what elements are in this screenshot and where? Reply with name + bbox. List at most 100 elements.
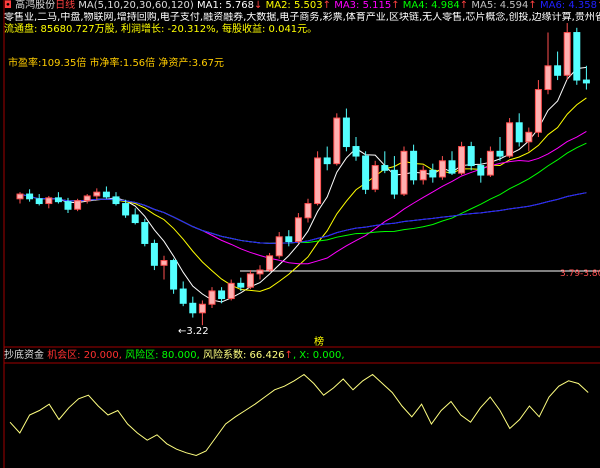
candle[interactable] — [352, 137, 360, 161]
rank-label[interactable]: 榜 — [314, 337, 324, 349]
candle[interactable] — [419, 165, 427, 185]
candle[interactable] — [160, 255, 168, 280]
ma-params: MA(5,10,20,30,60,120) — [78, 0, 194, 11]
candle[interactable] — [448, 151, 456, 176]
candle-body — [371, 165, 379, 190]
candle[interactable] — [16, 192, 24, 204]
candle[interactable] — [342, 108, 350, 152]
x-value: , X: 0.000, — [292, 350, 345, 361]
ma3-value: MA3: 5.115 — [334, 0, 392, 11]
candle-body — [362, 155, 370, 190]
candle-body — [582, 79, 590, 84]
ma1-line — [19, 66, 587, 303]
candle-body — [467, 146, 475, 167]
candle-body — [573, 32, 581, 81]
candle[interactable] — [506, 118, 514, 158]
candle-body — [304, 203, 312, 219]
candle-body — [26, 193, 34, 200]
candle-body — [189, 302, 197, 314]
candle[interactable] — [458, 141, 466, 176]
candle[interactable] — [189, 296, 197, 318]
candlestick-chart[interactable] — [0, 0, 600, 468]
indicator-name[interactable]: 抄底资金 — [4, 350, 44, 361]
candle-body — [342, 117, 350, 148]
candle[interactable] — [534, 80, 542, 138]
candle[interactable] — [179, 281, 187, 307]
candle[interactable] — [573, 27, 581, 85]
arrow-icon: ↑ — [391, 0, 400, 11]
candle-body — [534, 89, 542, 133]
candle[interactable] — [198, 300, 206, 326]
candle[interactable] — [83, 194, 91, 204]
candle[interactable] — [304, 198, 312, 223]
candle[interactable] — [35, 194, 43, 206]
price-level-label: 3.79-3.80 — [560, 269, 600, 279]
candle[interactable] — [208, 287, 216, 309]
candle[interactable] — [323, 146, 331, 171]
candle[interactable] — [486, 146, 494, 177]
candle[interactable] — [170, 258, 178, 294]
candle[interactable] — [333, 113, 341, 166]
candle[interactable] — [227, 279, 235, 301]
candle[interactable] — [26, 189, 34, 202]
period-label[interactable]: 日线 — [55, 0, 75, 11]
candle[interactable] — [93, 188, 101, 200]
candle[interactable] — [477, 157, 485, 183]
candle[interactable] — [362, 151, 370, 195]
candle[interactable] — [45, 195, 53, 209]
candle[interactable] — [467, 141, 475, 171]
title-bar: ◘ 高鸿股份日线 MA(5,10,20,30,60,120) MA1: 5.76… — [4, 0, 600, 12]
candle[interactable] — [314, 151, 322, 206]
candle[interactable] — [256, 265, 264, 280]
candle-body — [256, 269, 264, 275]
candle-body — [179, 288, 187, 304]
candle[interactable] — [112, 192, 120, 206]
candle[interactable] — [131, 208, 139, 225]
candle[interactable] — [266, 252, 274, 272]
candle-body — [429, 169, 437, 178]
candle-body — [83, 195, 91, 202]
candle-body — [208, 290, 216, 305]
stock-name[interactable]: 高鸿股份 — [15, 0, 55, 11]
candle-body — [35, 198, 43, 205]
candle-body — [237, 282, 245, 288]
candle[interactable] — [390, 156, 398, 199]
candle[interactable] — [438, 156, 446, 180]
candle[interactable] — [554, 51, 562, 81]
candle-body — [515, 122, 523, 143]
candle-body — [554, 65, 562, 76]
candle-body — [419, 169, 427, 181]
candle-body — [400, 150, 408, 195]
candle[interactable] — [381, 151, 389, 174]
candle[interactable] — [285, 230, 293, 247]
candle[interactable] — [429, 163, 437, 183]
candle[interactable] — [294, 213, 302, 244]
candle[interactable] — [400, 146, 408, 196]
candle[interactable] — [74, 198, 82, 212]
candle-body — [112, 196, 120, 205]
candle-body — [122, 203, 130, 216]
candle[interactable] — [102, 186, 110, 199]
candle-body — [141, 222, 149, 244]
ma6-value: MA6: 4.358 — [539, 0, 597, 11]
candle[interactable] — [496, 137, 504, 161]
candle[interactable] — [246, 270, 254, 290]
candle[interactable] — [275, 232, 283, 259]
candle[interactable] — [410, 144, 418, 185]
candle[interactable] — [525, 127, 533, 152]
candle-body — [333, 117, 341, 165]
candle[interactable] — [150, 239, 158, 271]
candle[interactable] — [371, 160, 379, 193]
candle-body — [54, 197, 62, 203]
candle[interactable] — [141, 218, 149, 247]
candle[interactable] — [54, 192, 62, 204]
candle-body — [246, 273, 254, 288]
candle[interactable] — [563, 23, 571, 81]
candle-body — [285, 236, 293, 243]
low-price-label: ←3.22 — [178, 326, 209, 337]
candle[interactable] — [582, 65, 590, 90]
candle[interactable] — [544, 32, 552, 95]
ma1-value: MA1: 5.768 — [197, 0, 255, 11]
candle[interactable] — [515, 113, 523, 147]
arrow-up-icon: ↑ — [284, 350, 293, 361]
